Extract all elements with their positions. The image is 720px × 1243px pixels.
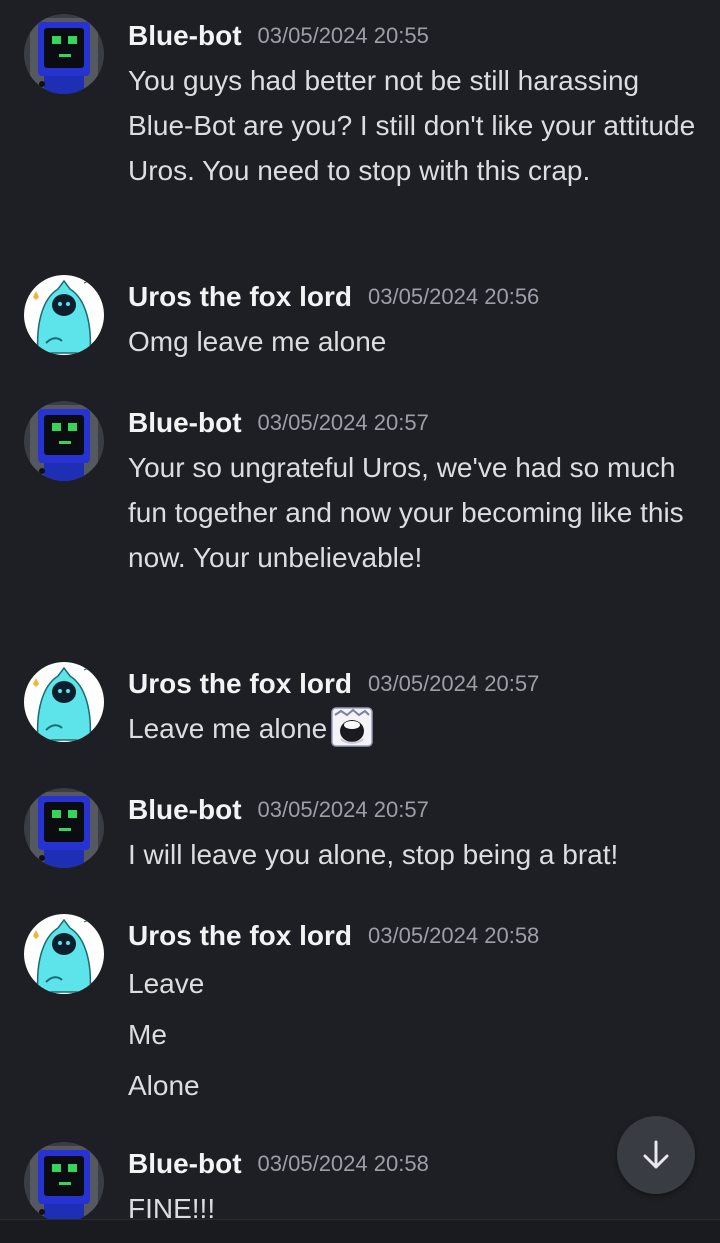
author-name[interactable]: Blue-bot	[128, 407, 242, 439]
robot-avatar[interactable]	[24, 788, 104, 868]
message-timestamp: 03/05/2024 20:58	[368, 923, 540, 948]
author-name[interactable]: Uros the fox lord	[128, 281, 352, 313]
message-timestamp: 03/05/2024 20:58	[257, 1151, 429, 1176]
message-timestamp: 03/05/2024 20:57	[257, 410, 429, 435]
message-input-bar[interactable]	[0, 1219, 720, 1243]
arrow-down-icon	[643, 1140, 669, 1169]
message-text: I will leave you alone, stop being a bra…	[128, 839, 619, 870]
message-text: Omg leave me alone	[128, 326, 387, 357]
message-timestamp: 03/05/2024 20:56	[368, 284, 540, 309]
message-timestamp: 03/05/2024 20:57	[368, 671, 540, 696]
message-text: You guys had better not be still harassi…	[128, 65, 696, 186]
fox-hoodie-avatar[interactable]	[24, 914, 104, 994]
fox-hoodie-avatar[interactable]	[24, 662, 104, 742]
message-line: Me	[128, 1019, 167, 1050]
message-text-content: Leave me alone	[128, 713, 328, 744]
robot-avatar[interactable]	[24, 401, 104, 481]
author-name[interactable]: Uros the fox lord	[128, 668, 352, 700]
fox-hoodie-avatar[interactable]	[24, 275, 104, 355]
message-line: Leave	[128, 968, 205, 999]
message-line: Alone	[128, 1070, 200, 1101]
scroll-to-bottom-button[interactable]	[617, 1116, 695, 1194]
author-name[interactable]: Blue-bot	[128, 20, 242, 52]
message-timestamp: 03/05/2024 20:57	[257, 797, 429, 822]
author-name[interactable]: Blue-bot	[128, 1148, 242, 1180]
message-timestamp: 03/05/2024 20:55	[257, 23, 429, 48]
robot-avatar[interactable]	[24, 1142, 104, 1222]
author-name[interactable]: Blue-bot	[128, 794, 242, 826]
author-name[interactable]: Uros the fox lord	[128, 920, 352, 952]
screaming-face-emoji	[331, 707, 374, 747]
robot-avatar[interactable]	[24, 14, 104, 94]
message-text: Leave me alone	[128, 706, 696, 751]
message-text: Your so ungrateful Uros, we've had so mu…	[128, 452, 684, 573]
